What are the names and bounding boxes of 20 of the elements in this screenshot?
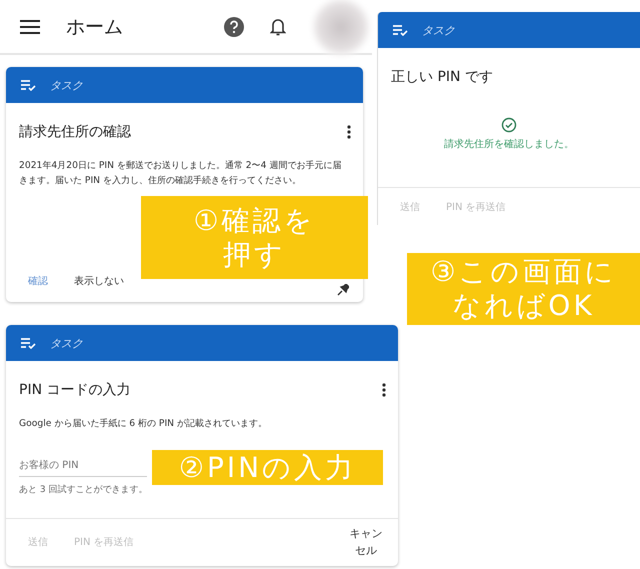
callout-text: 押す	[223, 238, 286, 272]
card-title: PIN コードの入力	[19, 381, 130, 399]
action-button[interactable]: 表示しない	[66, 270, 132, 292]
callout-text: ②PINの入力	[178, 450, 356, 484]
callout-text: ①確認を	[193, 204, 316, 238]
action-button[interactable]: 確認	[20, 270, 56, 292]
callout-text: ③この画面に	[430, 255, 617, 289]
app-title: ホーム	[66, 14, 124, 40]
header-label: タスク	[422, 22, 455, 38]
cancel-button[interactable]: キャンセル	[348, 524, 384, 560]
header-label: タスク	[50, 336, 83, 350]
card-title: 請求先住所の確認	[19, 123, 131, 141]
card-title: 正しい PIN です	[391, 68, 493, 86]
description-text: 2021年4月20日に PIN を郵送でお送りしました。通常 2〜4 週間でお手元に届きます。届いた PIN を入力し、住所の確認手続きを行ってください。	[19, 159, 342, 188]
success-message: 請求先住所を確認しました。	[444, 138, 574, 150]
attempts-hint: あと 3 回試すことができます。	[19, 484, 148, 496]
callout-text: なればOK	[452, 289, 595, 323]
description-text: Google から届いた手紙に 6 桁の PIN が記載されています。	[19, 417, 268, 431]
header-label: タスク	[50, 78, 83, 92]
pin-input-field[interactable]: お客様の PIN	[19, 452, 147, 477]
